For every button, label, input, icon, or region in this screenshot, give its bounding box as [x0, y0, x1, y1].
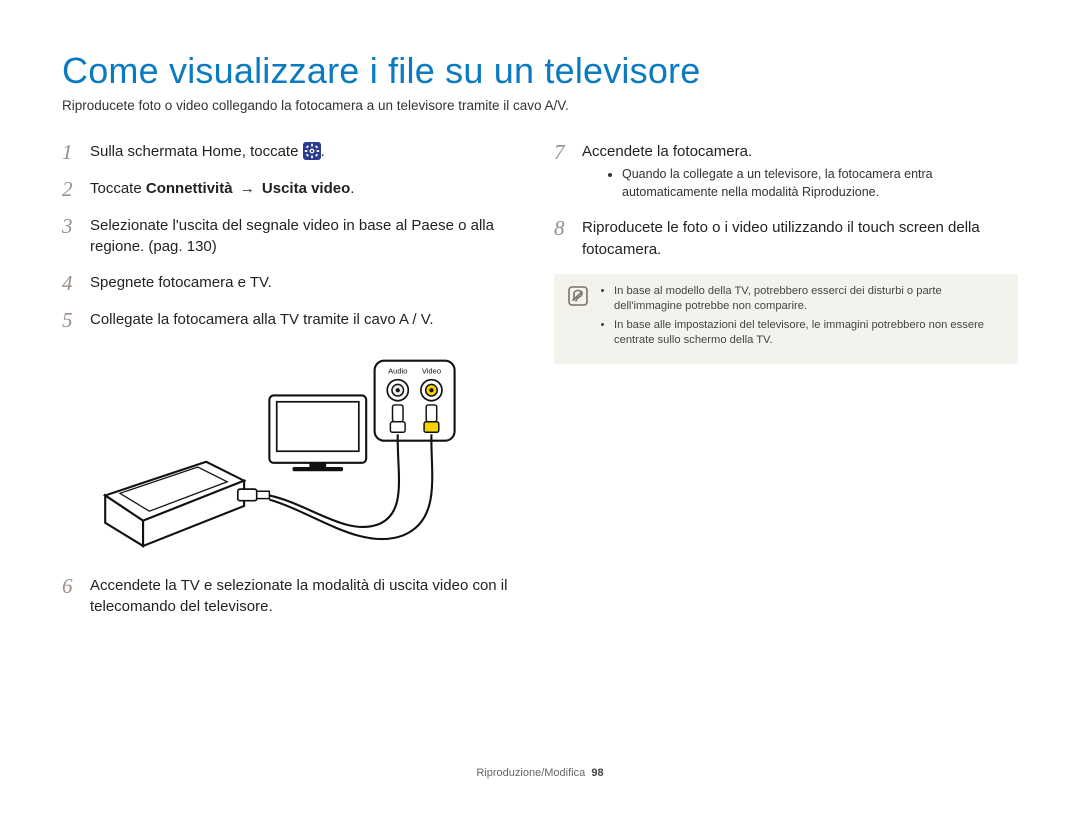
rca-plug-video — [424, 405, 439, 432]
step-bold-2: Uscita video — [262, 180, 350, 197]
step-text: Toccate Connettività → Uscita video. — [90, 178, 526, 199]
step-number: 1 — [62, 141, 84, 164]
note-item: In base al modello della TV, potrebbero … — [614, 284, 1004, 314]
note-item: In base alle impostazioni del televisore… — [614, 318, 1004, 348]
step-text-pre: Toccate — [90, 180, 146, 197]
step-sub-bullets: Quando la collegate a un televisore, la … — [582, 166, 1018, 201]
note-box: In base al modello della TV, potrebbero … — [554, 274, 1018, 364]
steps-list-left-continued: 6 Accendete la TV e selezionate la modal… — [62, 575, 526, 618]
step-text: Accendete la TV e selezionate la modalit… — [90, 575, 526, 618]
steps-list-left: 1 Sulla schermata Home, toccate — [62, 141, 526, 332]
camera-illustration — [105, 462, 269, 546]
note-icon — [568, 286, 588, 306]
video-label: Video — [422, 366, 441, 375]
footer-section: Riproduzione/Modifica — [476, 767, 585, 779]
arrow-icon: → — [240, 180, 255, 197]
step-text: Sulla schermata Home, toccate — [90, 141, 526, 162]
page-number: 98 — [591, 767, 603, 779]
rca-plug-audio — [390, 405, 405, 432]
step-text: Spegnete fotocamera e TV. — [90, 272, 526, 293]
step-text: Collegate la fotocamera alla TV tramite … — [90, 309, 526, 330]
step-text: Selezionate l'uscita del segnale video i… — [90, 215, 526, 258]
step-bold-1: Connettività — [146, 180, 233, 197]
audio-label: Audio — [388, 366, 407, 375]
step-2: 2 Toccate Connettività → Uscita video. — [62, 178, 526, 201]
step-3: 3 Selezionate l'uscita del segnale video… — [62, 215, 526, 258]
page-title: Come visualizzare i file su un televisor… — [62, 50, 1018, 92]
left-column: 1 Sulla schermata Home, toccate — [62, 141, 526, 632]
step-8: 8 Riproducete le foto o i video utilizza… — [554, 217, 1018, 260]
av-panel: Audio Video — [375, 361, 455, 441]
sub-bullet: Quando la collegate a un televisore, la … — [622, 166, 1018, 201]
note-list: In base al modello della TV, potrebbero … — [598, 284, 1004, 352]
right-column: 7 Accendete la fotocamera. Quando la col… — [554, 141, 1018, 632]
step-number: 3 — [62, 215, 84, 238]
step-text: Riproducete le foto o i video utilizzand… — [582, 217, 1018, 260]
tv-illustration — [269, 395, 366, 471]
step-number: 6 — [62, 575, 84, 598]
step-text: Accendete la fotocamera. Quando la colle… — [582, 141, 1018, 203]
step-number: 7 — [554, 141, 576, 164]
settings-gear-icon — [303, 142, 321, 160]
two-column-layout: 1 Sulla schermata Home, toccate — [62, 141, 1018, 632]
steps-list-right: 7 Accendete la fotocamera. Quando la col… — [554, 141, 1018, 260]
step-number: 2 — [62, 178, 84, 201]
step-number: 4 — [62, 272, 84, 295]
step-text-post: . — [321, 143, 325, 160]
step-1: 1 Sulla schermata Home, toccate — [62, 141, 526, 164]
page-footer: Riproduzione/Modifica 98 — [0, 767, 1080, 779]
step-6: 6 Accendete la TV e selezionate la modal… — [62, 575, 526, 618]
manual-page: Come visualizzare i file su un televisor… — [0, 0, 1080, 815]
step-7: 7 Accendete la fotocamera. Quando la col… — [554, 141, 1018, 203]
step-number: 8 — [554, 217, 576, 240]
step-4: 4 Spegnete fotocamera e TV. — [62, 272, 526, 295]
step-text-pre: Sulla schermata Home, toccate — [90, 143, 303, 160]
step-5: 5 Collegate la fotocamera alla TV tramit… — [62, 309, 526, 332]
step-number: 5 — [62, 309, 84, 332]
step-text-main: Accendete la fotocamera. — [582, 143, 752, 160]
connection-diagram: Audio Video — [92, 346, 526, 567]
step-text-post: . — [350, 180, 354, 197]
page-subtitle: Riproducete foto o video collegando la f… — [62, 98, 1018, 113]
